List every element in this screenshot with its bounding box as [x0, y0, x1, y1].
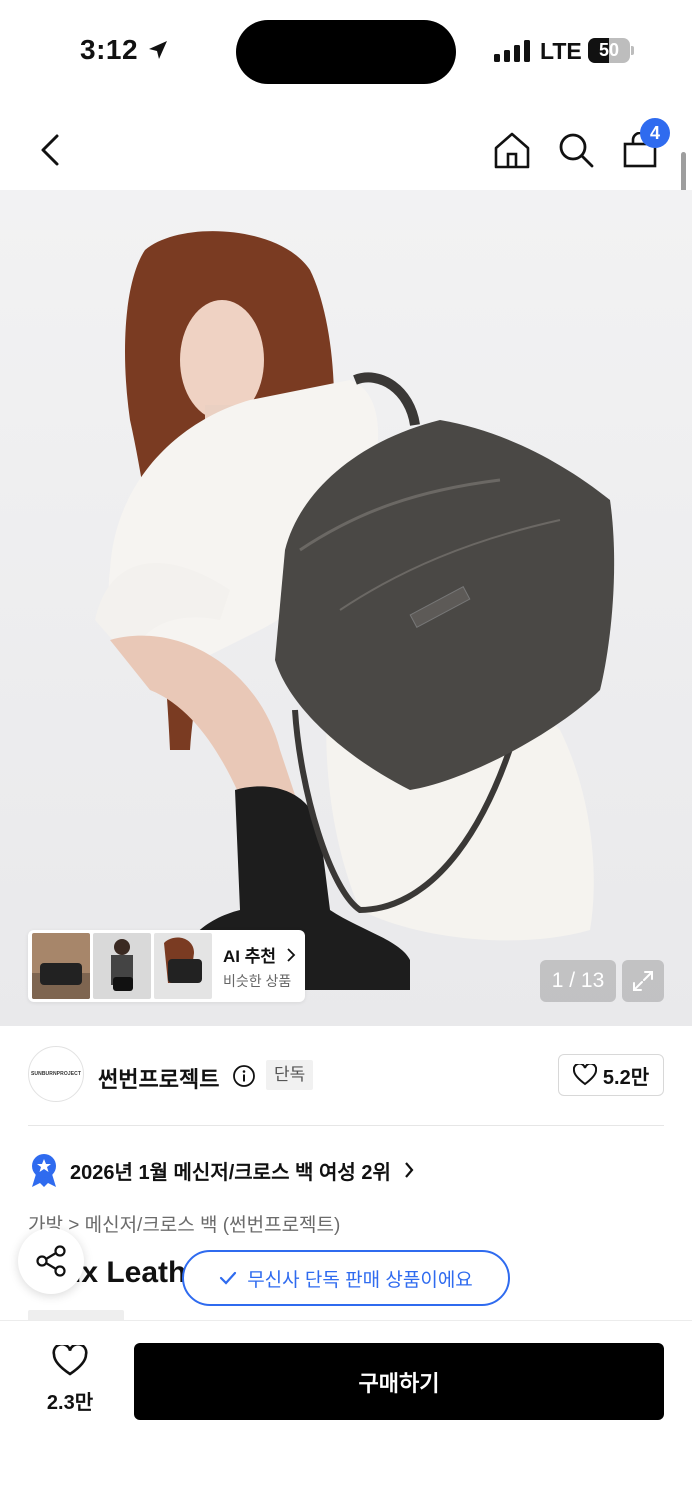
recommendation-thumbnail[interactable]	[154, 933, 212, 999]
chevron-right-icon	[405, 1162, 414, 1178]
brand-name[interactable]: 썬번프로젝트	[98, 1062, 219, 1094]
chevron-left-icon	[41, 134, 59, 166]
carrier-label: LTE	[540, 38, 582, 64]
top-navigation: 4	[0, 110, 692, 190]
ai-recommend-title: AI 추천	[223, 946, 277, 966]
wishlist-count: 2.3만	[46, 1392, 94, 1414]
battery-level: 50	[598, 40, 620, 60]
brand-row: SUNBURNPROJECT 썬번프로젝트 단독 5.2만	[28, 1046, 664, 1106]
product-photo	[95, 231, 615, 990]
back-button[interactable]	[26, 126, 74, 174]
check-icon	[220, 1271, 237, 1285]
wishlist-button[interactable]: 2.3만	[30, 1342, 110, 1415]
home-button[interactable]	[488, 126, 536, 174]
cellular-signal-icon	[494, 40, 530, 62]
status-bar: 3:12 LTE 50	[0, 0, 692, 100]
image-page-counter: 1 / 13	[540, 960, 616, 1002]
brand-like-count: 5.2만	[602, 1066, 650, 1089]
heart-icon	[572, 1064, 597, 1086]
dynamic-island	[236, 20, 456, 84]
battery-icon: 50	[588, 38, 634, 63]
search-icon	[559, 133, 594, 168]
exclusive-toast: 무신사 단독 판매 상품이에요	[182, 1250, 510, 1306]
recommendation-thumbnail[interactable]	[93, 933, 151, 999]
medal-icon	[32, 1154, 56, 1187]
ranking-text: 2026년 1월 메신저/크로스 백 여성 2위	[70, 1161, 391, 1184]
expand-image-button[interactable]	[622, 960, 664, 1002]
location-arrow-icon	[149, 41, 167, 59]
home-icon	[494, 132, 530, 169]
ai-recommend-subtitle: 비슷한 상품	[223, 972, 292, 989]
brand-like-button[interactable]: 5.2만	[558, 1054, 664, 1096]
divider	[28, 1125, 664, 1126]
chevron-right-icon	[287, 947, 296, 962]
brand-logo[interactable]: SUNBURNPROJECT	[28, 1046, 84, 1102]
exclusive-badge: 단독	[266, 1060, 314, 1090]
share-icon	[36, 1245, 66, 1277]
search-button[interactable]	[552, 126, 600, 174]
status-time: 3:12	[80, 34, 139, 65]
cart-button[interactable]: 4	[616, 118, 670, 174]
recommendation-thumbnail[interactable]	[32, 933, 90, 999]
toast-text: 무신사 단독 판매 상품이에요	[247, 1269, 473, 1291]
category-breadcrumb[interactable]: 가방 > 메신저/크로스 백 (썬번프로젝트)	[28, 1210, 340, 1237]
share-button[interactable]	[18, 1228, 84, 1294]
ai-recommendation-strip[interactable]: AI 추천 비슷한 상품	[28, 930, 305, 1002]
bottom-action-bar: 2.3만 구매하기	[0, 1320, 692, 1500]
buy-button[interactable]: 구매하기	[134, 1343, 664, 1420]
cart-count-badge: 4	[640, 118, 670, 148]
expand-icon	[633, 971, 653, 991]
product-image[interactable]: 1 / 13 AI 추천 비슷한 상품	[0, 190, 692, 1026]
info-icon[interactable]	[232, 1064, 256, 1088]
ranking-link[interactable]: 2026년 1월 메신저/크로스 백 여성 2위	[28, 1150, 415, 1190]
heart-icon	[52, 1342, 88, 1376]
